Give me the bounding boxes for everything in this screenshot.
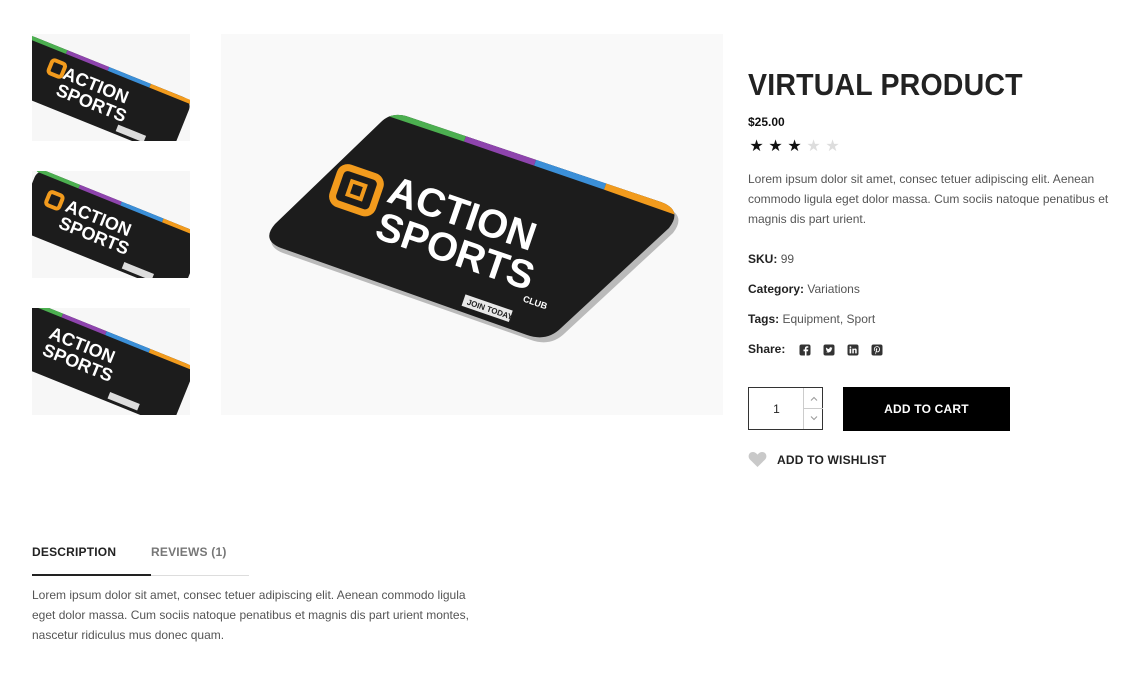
share-row: Share: [748, 341, 883, 357]
pinterest-icon[interactable] [871, 344, 883, 356]
star-icon: ★ [749, 138, 764, 155]
star-icon: ★ [768, 138, 783, 155]
category-label: Category: [748, 282, 805, 296]
tag-separator: , [839, 312, 844, 326]
gallery-thumbnail-2[interactable]: ACTION SPORTS [32, 171, 190, 278]
quantity-stepper: 1 [748, 387, 823, 430]
card-image: ACTION SPORTS [32, 308, 190, 415]
sku-label: SKU: [748, 252, 778, 266]
twitter-icon[interactable] [823, 344, 835, 356]
product-price: $25.00 [748, 115, 785, 129]
card-image: ACTION SPORTS [32, 171, 190, 278]
tag-link-sport[interactable]: Sport [847, 312, 876, 326]
tags-row: Tags: Equipment, Sport [748, 311, 875, 327]
description-panel-text: Lorem ipsum dolor sit amet, consec tetue… [32, 588, 469, 642]
product-tabs: DESCRIPTION REVIEWS (1) [32, 545, 249, 576]
product-title: VIRTUAL PRODUCT [748, 67, 1023, 102]
main-product-image[interactable]: ACTION SPORTS CLUB JOIN TODAY [221, 34, 723, 415]
sku-row: SKU: 99 [748, 251, 794, 267]
tab-description[interactable]: DESCRIPTION [32, 545, 116, 559]
category-row: Category: Variations [748, 281, 860, 297]
gallery-thumbnail-3[interactable]: ACTION SPORTS [32, 308, 190, 415]
quantity-decrease-button[interactable] [803, 408, 823, 429]
star-icon: ★ [787, 138, 802, 155]
quantity-input[interactable]: 1 [749, 388, 804, 429]
star-icon: ★ [825, 138, 840, 155]
sku-value: 99 [780, 252, 795, 266]
tab-reviews[interactable]: REVIEWS (1) [151, 545, 227, 559]
share-label: Share: [748, 342, 786, 356]
star-icon: ★ [806, 138, 821, 155]
tags-label: Tags: [748, 312, 780, 326]
tag-link-equipment[interactable]: Equipment [782, 312, 839, 326]
product-summary: VIRTUAL PRODUCT $25.00 ★ ★ ★ ★ ★ Lorem ipsum… [748, 66, 1128, 229]
chevron-down-icon [810, 416, 817, 421]
facebook-icon[interactable] [799, 344, 811, 356]
active-tab-indicator [32, 574, 151, 576]
chevron-up-icon [810, 396, 817, 401]
star-rating: ★ ★ ★ ★ ★ [748, 138, 1128, 156]
add-to-cart-button[interactable]: ADD TO CART [843, 387, 1010, 431]
linkedin-icon[interactable] [847, 344, 859, 356]
gallery-thumbnail-1[interactable]: ACTION SPORTS [32, 34, 190, 141]
wishlist-label: ADD TO WISHLIST [777, 452, 887, 467]
card-image: ACTION SPORTS CLUB JOIN TODAY [269, 114, 679, 343]
category-link[interactable]: Variations [807, 282, 859, 296]
quantity-increase-button[interactable] [803, 388, 823, 409]
add-to-wishlist-button[interactable]: ADD TO WISHLIST [748, 451, 886, 468]
product-short-description: Lorem ipsum dolor sit amet, consec tetue… [748, 172, 1109, 226]
card-image: ACTION SPORTS [32, 34, 190, 141]
heart-icon [748, 452, 767, 467]
